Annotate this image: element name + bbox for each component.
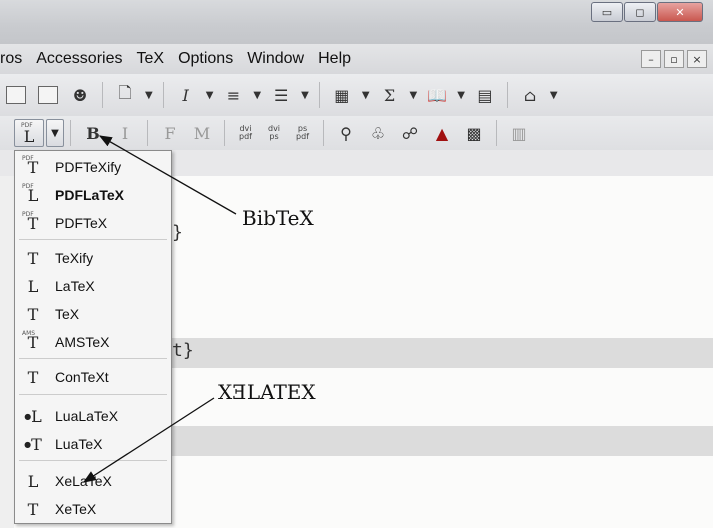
annotation-arrows — [82, 135, 237, 483]
application-window: ▭ ◻ ✕ ros Accessories TeX Options Window… — [0, 0, 713, 528]
arrow-to-xelatex-item — [82, 397, 215, 483]
annotation-bibtex-label: BibTeX — [242, 206, 314, 230]
arrow-to-bibtex-button — [98, 135, 237, 215]
annotation-xelatex-label: XƎLATEX — [218, 380, 316, 404]
